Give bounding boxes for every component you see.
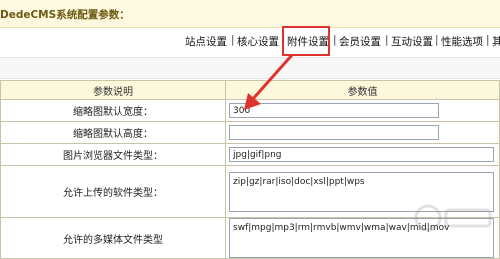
tab-separator: | bbox=[231, 34, 235, 46]
column-header-value: 参数值 bbox=[225, 80, 500, 100]
tab-more[interactable]: 其 bbox=[492, 34, 500, 49]
tab-separator: | bbox=[486, 34, 490, 46]
header-bar: DedeCMS系统配置参数： bbox=[0, 0, 500, 28]
baidu-jingyan-watermark-icon bbox=[414, 204, 492, 232]
sub-toolbar bbox=[0, 57, 500, 79]
tab-separator: | bbox=[333, 34, 337, 46]
thumb-height-input[interactable] bbox=[229, 125, 439, 140]
row-label: 允许的多媒体文件类型 bbox=[0, 217, 226, 259]
tab-performance-options[interactable]: 性能选项 bbox=[441, 34, 483, 49]
table-row: 图片浏览器文件类型： jpg|gif|png bbox=[0, 143, 500, 166]
row-label: 允许上传的软件类型： bbox=[0, 165, 226, 218]
row-value-cell bbox=[225, 121, 500, 144]
tab-interaction-settings[interactable]: 互动设置 bbox=[391, 34, 433, 49]
row-value-cell: jpg|gif|png bbox=[225, 143, 500, 166]
page-title: DedeCMS系统配置参数： bbox=[0, 9, 130, 21]
tab-site-settings[interactable]: 站点设置 bbox=[185, 34, 227, 49]
table-header-row: 参数说明 参数值 bbox=[0, 80, 500, 100]
row-label: 缩略图默认高度： bbox=[0, 121, 226, 144]
table-row: 缩略图默认高度： bbox=[0, 121, 500, 144]
row-value-cell: 300 bbox=[225, 99, 500, 122]
thumb-width-input[interactable]: 300 bbox=[229, 103, 439, 118]
attachment-tab-highlight bbox=[282, 26, 330, 56]
tab-separator: | bbox=[385, 34, 389, 46]
image-types-input[interactable]: jpg|gif|png bbox=[229, 147, 494, 162]
table-row: 缩略图默认宽度： 300 bbox=[0, 99, 500, 122]
tab-member-settings[interactable]: 会员设置 bbox=[339, 34, 381, 49]
tab-separator: | bbox=[435, 34, 439, 46]
row-label: 缩略图默认宽度： bbox=[0, 99, 226, 122]
tab-core-settings[interactable]: 核心设置 bbox=[237, 34, 279, 49]
row-label: 图片浏览器文件类型： bbox=[0, 143, 226, 166]
column-header-description: 参数说明 bbox=[0, 80, 226, 100]
